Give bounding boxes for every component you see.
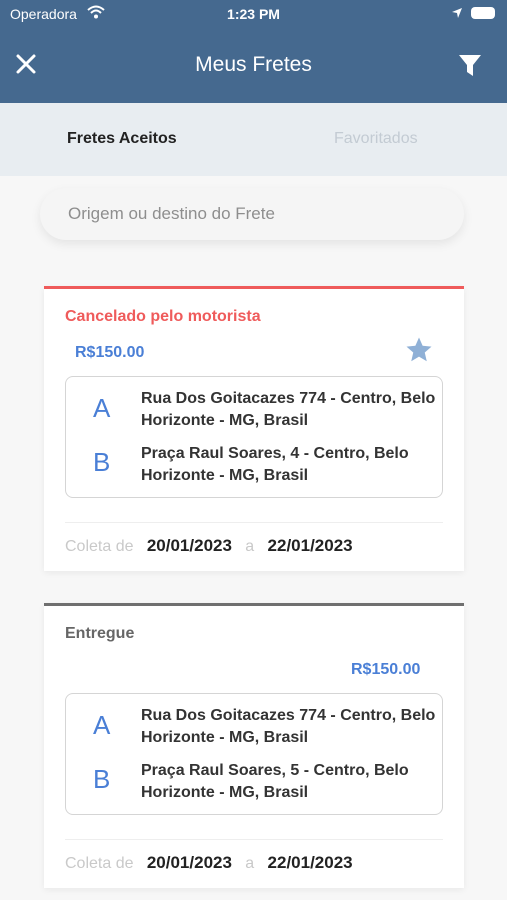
destination-marker: B — [93, 764, 111, 794]
search-placeholder: Origem ou destino do Frete — [68, 204, 275, 223]
app-header: Operadora 1:23 PM Meus Fretes — [0, 0, 507, 103]
freight-price: R$150.00 — [75, 344, 145, 361]
status-bar: Operadora 1:23 PM — [0, 0, 507, 28]
date-separator: a — [245, 538, 255, 555]
destination-address: Praça Raul Soares, 4 - Centro, Belo Hori… — [141, 445, 409, 484]
favorite-button[interactable] — [404, 335, 434, 365]
tab-bar: Fretes Aceitos Favoritados — [0, 103, 507, 176]
origin-address: Rua Dos Goitacazes 774 - Centro, Belo Ho… — [141, 390, 436, 429]
origin-address: Rua Dos Goitacazes 774 - Centro, Belo Ho… — [141, 707, 436, 746]
freight-status: Cancelado pelo motorista — [65, 308, 261, 325]
search-input[interactable]: Origem ou destino do Frete — [40, 188, 464, 240]
collect-dates: Coleta de 20/01/2023 a 22/01/2023 — [65, 853, 353, 873]
tab-favoritados[interactable]: Favoritados — [334, 130, 418, 148]
route-box: A Rua Dos Goitacazes 774 - Centro, Belo … — [65, 376, 443, 498]
filter-button[interactable] — [456, 52, 484, 80]
status-time: 1:23 PM — [227, 6, 280, 22]
location-arrow-icon — [451, 6, 463, 24]
date-to: 22/01/2023 — [267, 853, 353, 872]
freight-price: R$150.00 — [351, 661, 421, 678]
origin-marker: A — [93, 393, 111, 423]
destination-address: Praça Raul Soares, 5 - Centro, Belo Hori… — [141, 762, 409, 801]
freight-status: Entregue — [65, 625, 135, 642]
collect-label: Coleta de — [65, 538, 134, 555]
freight-card[interactable]: Entregue R$150.00 A Rua Dos Goitacazes 7… — [44, 603, 464, 888]
page-title: Meus Fretes — [195, 53, 312, 76]
freight-card[interactable]: Cancelado pelo motorista R$150.00 A Rua … — [44, 286, 464, 571]
origin-marker: A — [93, 710, 111, 740]
divider — [65, 839, 443, 840]
tab-fretes-aceitos[interactable]: Fretes Aceitos — [67, 130, 177, 148]
battery-icon — [471, 7, 495, 19]
star-icon — [406, 337, 432, 362]
collect-dates: Coleta de 20/01/2023 a 22/01/2023 — [65, 536, 353, 556]
date-from: 20/01/2023 — [146, 853, 232, 872]
filter-icon — [459, 55, 481, 76]
collect-label: Coleta de — [65, 855, 134, 872]
date-separator: a — [245, 855, 255, 872]
date-from: 20/01/2023 — [146, 536, 232, 555]
divider — [65, 522, 443, 523]
destination-marker: B — [93, 447, 111, 477]
date-to: 22/01/2023 — [267, 536, 353, 555]
route-box: A Rua Dos Goitacazes 774 - Centro, Belo … — [65, 693, 443, 815]
